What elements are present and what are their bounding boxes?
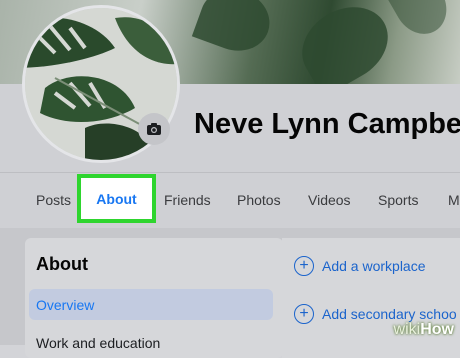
tab-about-label: About bbox=[96, 190, 137, 207]
profile-tab-bar: Posts Friends Photos Videos Sports M bbox=[0, 172, 460, 225]
tab-videos[interactable]: Videos bbox=[308, 192, 351, 208]
tab-friends[interactable]: Friends bbox=[164, 192, 211, 208]
cover-leaf bbox=[191, 0, 279, 61]
watermark-prefix: wiki bbox=[393, 321, 421, 338]
add-workplace-label: Add a workplace bbox=[322, 258, 426, 274]
update-photo-button[interactable] bbox=[138, 113, 170, 145]
tab-posts[interactable]: Posts bbox=[36, 192, 71, 208]
watermark-suffix: How bbox=[420, 321, 454, 338]
cover-leaf bbox=[383, 0, 457, 44]
add-workplace-link[interactable]: + Add a workplace bbox=[294, 256, 426, 276]
plus-circle-icon: + bbox=[294, 256, 314, 276]
plus-circle-icon: + bbox=[294, 304, 314, 324]
tab-more[interactable]: M bbox=[448, 192, 460, 208]
camera-icon bbox=[147, 123, 161, 135]
about-heading: About bbox=[36, 254, 88, 274]
tab-about[interactable]: About bbox=[77, 174, 156, 223]
add-secondary-school-label: Add secondary schoo bbox=[322, 306, 457, 322]
about-nav-overview-label: Overview bbox=[36, 297, 95, 313]
tab-sports[interactable]: Sports bbox=[378, 192, 418, 208]
tab-photos[interactable]: Photos bbox=[237, 192, 281, 208]
profile-name: Neve Lynn Campbel bbox=[194, 108, 460, 140]
about-sidebar: About Overview Work and education bbox=[25, 238, 283, 358]
about-details: + Add a workplace + Add secondary schoo bbox=[282, 238, 460, 358]
about-nav-overview[interactable]: Overview bbox=[29, 289, 273, 320]
about-nav-work-education[interactable]: Work and education bbox=[36, 335, 160, 351]
wikihow-watermark: wikiHow bbox=[394, 321, 454, 339]
